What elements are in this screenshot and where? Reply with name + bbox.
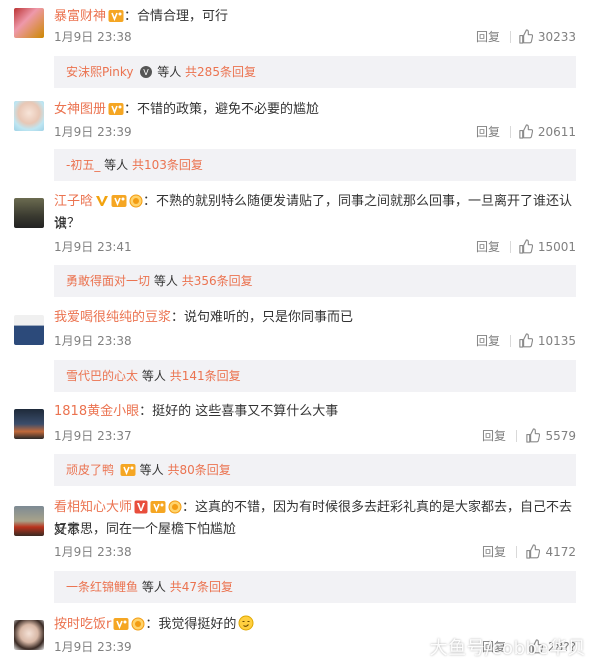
username-link[interactable]: 1818黄金小眼: [54, 404, 139, 419]
like-count: 10135: [537, 334, 576, 348]
avatar[interactable]: [14, 506, 44, 536]
username-link[interactable]: 看相知心大师: [54, 500, 132, 515]
comment-text-continued: 谁？: [54, 216, 81, 231]
username-link[interactable]: 江子晗: [54, 194, 93, 209]
watermark: 大鱼号/cobbe华贝: [429, 638, 586, 659]
fan-badge-icon: [129, 194, 143, 215]
like-button[interactable]: 10135: [518, 331, 576, 354]
sub-reply-suffix: 等人: [104, 158, 129, 172]
avatar[interactable]: [14, 315, 44, 345]
sub-reply-user[interactable]: -初五_: [66, 158, 100, 172]
reply-button[interactable]: 回复: [482, 542, 506, 562]
reply-button[interactable]: 回复: [476, 331, 500, 351]
divider: [510, 31, 511, 43]
sub-replies-box[interactable]: 一条红锦鲤鱼 等人 共47条回复: [54, 571, 576, 603]
sub-reply-count[interactable]: 共80条回复: [168, 463, 231, 477]
username-link[interactable]: 暴富财神: [54, 9, 106, 24]
sub-reply-count[interactable]: 共141条回复: [170, 369, 241, 383]
like-count: 30233: [537, 30, 576, 44]
sub-reply-suffix: 等人: [157, 65, 182, 79]
username-link[interactable]: 按时吃饭r: [54, 617, 111, 632]
like-count: 5579: [545, 429, 576, 443]
like-button[interactable]: 15001: [518, 237, 576, 260]
reply-button[interactable]: 回复: [476, 27, 500, 47]
like-button[interactable]: 30233: [518, 27, 576, 50]
svg-text:V: V: [144, 68, 150, 77]
member-badge-icon: [120, 457, 136, 489]
username-link[interactable]: 女神图册: [54, 102, 106, 117]
like-button[interactable]: 5579: [525, 426, 576, 449]
vip-badge-icon: V: [139, 59, 153, 91]
red-v-icon: [134, 500, 148, 521]
avatar[interactable]: [14, 198, 44, 228]
reply-button[interactable]: 回复: [476, 237, 500, 257]
username-link[interactable]: 我爱喝很纯纯的豆浆: [54, 310, 171, 325]
comment-time: 1月9日 23:41: [54, 240, 132, 254]
sub-reply-count[interactable]: 共103条回复: [132, 158, 203, 172]
sub-reply-user[interactable]: 顽皮了鸭: [66, 463, 114, 477]
sub-reply-user[interactable]: 一条红锦鲤鱼: [66, 580, 138, 594]
reply-button[interactable]: 回复: [482, 426, 506, 446]
thumbs-up-icon: [518, 29, 533, 50]
sub-reply-suffix: 等人: [139, 463, 164, 477]
divider: [516, 546, 517, 558]
sub-replies-box[interactable]: 雪代巴的心太 等人 共141条回复: [54, 360, 576, 392]
sub-reply-count[interactable]: 共47条回复: [170, 580, 233, 594]
like-button[interactable]: 4172: [525, 542, 576, 565]
fan-badge-icon: [168, 500, 182, 521]
sub-reply-suffix: 等人: [141, 580, 166, 594]
sub-reply-suffix: 等人: [141, 369, 166, 383]
member-badge-icon: [111, 194, 127, 215]
thumbs-up-icon: [518, 124, 533, 145]
thumbs-up-icon: [518, 239, 533, 260]
fan-badge-icon: [131, 617, 145, 638]
thumbs-up-icon: [525, 428, 540, 449]
sub-reply-suffix: 等人: [153, 274, 178, 288]
gold-v-icon: [95, 194, 109, 215]
sub-reply-user[interactable]: 安沫熙Pinky: [66, 65, 134, 79]
avatar[interactable]: [14, 8, 44, 38]
member-badge-icon: [150, 500, 166, 521]
avatar[interactable]: [14, 620, 44, 650]
comment-text: ：不错的政策，避免不必要的尴尬: [124, 102, 320, 117]
like-count: 20611: [537, 125, 576, 139]
divider: [510, 241, 511, 253]
sub-reply-count[interactable]: 共285条回复: [185, 65, 256, 79]
divider: [510, 335, 511, 347]
sub-replies-box[interactable]: 顽皮了鸭 等人 共80条回复: [54, 454, 576, 486]
divider: [510, 126, 511, 138]
like-button[interactable]: 20611: [518, 122, 576, 145]
sub-replies-box[interactable]: 勇敢得面对一切 等人 共356条回复: [54, 265, 576, 297]
comment-text: ：挺好的 这些喜事又不算什么大事: [139, 404, 339, 419]
member-badge-icon: [108, 102, 124, 123]
comment-time: 1月9日 23:38: [54, 334, 132, 348]
sub-replies-box[interactable]: -初五_ 等人 共103条回复: [54, 149, 576, 181]
comment-text: ：说句难听的，只是你同事而已: [171, 310, 354, 325]
comment-text: ：我觉得挺好的: [145, 617, 237, 632]
sub-reply-count[interactable]: 共356条回复: [182, 274, 253, 288]
comment-text: ：合情合理，可行: [124, 9, 229, 24]
member-badge-icon: [113, 617, 129, 638]
thumbs-up-icon: [525, 544, 540, 565]
smirk-emoji-icon: [238, 615, 254, 638]
comment-time: 1月9日 23:38: [54, 30, 132, 44]
comment-time: 1月9日 23:39: [54, 640, 132, 654]
reply-button[interactable]: 回复: [476, 122, 500, 142]
sub-reply-user[interactable]: 勇敢得面对一切: [66, 274, 150, 288]
sub-reply-user[interactable]: 雪代巴的心太: [66, 369, 138, 383]
sub-replies-box[interactable]: 安沫熙Pinky V 等人 共285条回复: [54, 56, 576, 88]
like-count: 15001: [537, 240, 576, 254]
thumbs-up-icon: [518, 333, 533, 354]
avatar[interactable]: [14, 409, 44, 439]
divider: [516, 430, 517, 442]
like-count: 4172: [545, 545, 576, 559]
comment-time: 1月9日 23:39: [54, 125, 132, 139]
comment-time: 1月9日 23:37: [54, 429, 132, 443]
avatar[interactable]: [14, 101, 44, 131]
comment-time: 1月9日 23:38: [54, 545, 132, 559]
comment-text-continued: 好意思，同在一个屋檐下怕尴尬: [54, 522, 237, 537]
